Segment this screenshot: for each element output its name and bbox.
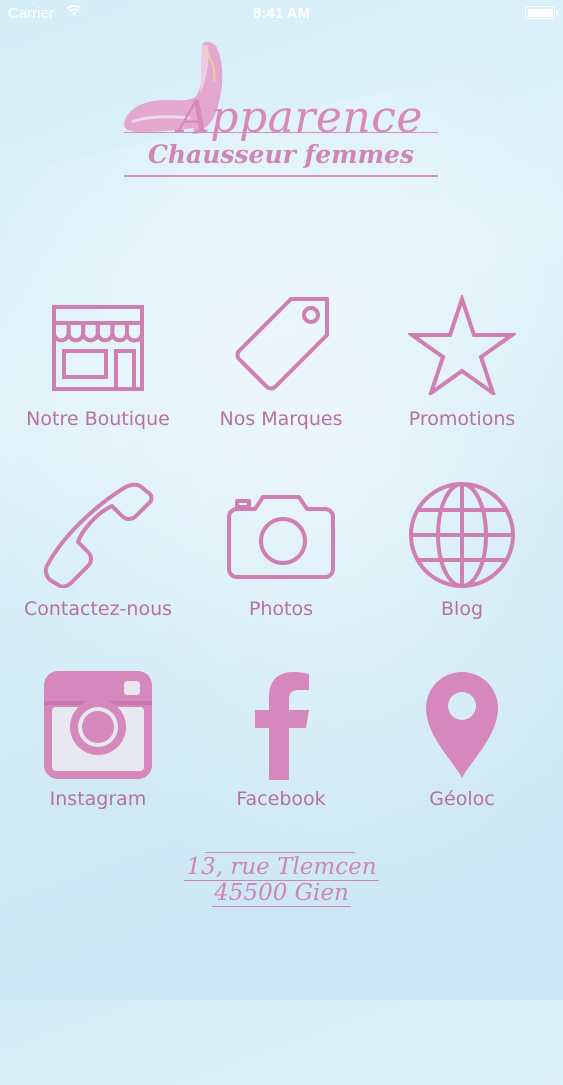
menu-item-notre-boutique[interactable]: Notre Boutique xyxy=(4,290,192,450)
menu-item-label: Facebook xyxy=(236,788,326,810)
brand-tagline: Chausseur femmes xyxy=(147,140,415,169)
menu-item-label: Blog xyxy=(441,598,483,620)
status-bar: Carrier 8:41 AM xyxy=(0,0,563,28)
menu-item-facebook[interactable]: Facebook xyxy=(187,670,375,830)
store-address: 13, rue Tlemcen 45500 Gien xyxy=(0,854,563,907)
menu-item-geoloc[interactable]: Géoloc xyxy=(368,670,556,830)
address-divider xyxy=(205,852,355,854)
tagline-underline xyxy=(124,175,438,177)
menu-item-label: Notre Boutique xyxy=(26,408,170,430)
storefront-icon xyxy=(4,290,192,400)
map-pin-icon xyxy=(368,670,556,780)
menu-item-blog[interactable]: Blog xyxy=(368,480,556,640)
menu-item-label: Nos Marques xyxy=(219,408,343,430)
menu-item-nos-marques[interactable]: Nos Marques xyxy=(187,290,375,450)
menu-item-photos[interactable]: Photos xyxy=(187,480,375,640)
menu-item-label: Géoloc xyxy=(429,788,495,810)
menu-item-label: Contactez-nous xyxy=(23,598,173,620)
globe-icon xyxy=(368,480,556,590)
brand-name: Apparence xyxy=(178,92,423,143)
facebook-icon xyxy=(187,670,375,780)
clock: 8:41 AM xyxy=(253,5,310,22)
instagram-icon xyxy=(4,670,192,780)
menu-item-label: Instagram xyxy=(49,788,147,810)
star-icon xyxy=(368,290,556,400)
address-street: 13, rue Tlemcen xyxy=(184,854,379,881)
address-city: 45500 Gien xyxy=(212,880,351,907)
brand-logo: Apparence Chausseur femmes xyxy=(120,36,442,186)
camera-icon xyxy=(187,480,375,590)
phone-icon xyxy=(4,480,192,590)
battery-icon xyxy=(525,6,558,19)
menu-item-instagram[interactable]: Instagram xyxy=(4,670,192,830)
menu-item-label: Promotions xyxy=(408,408,516,430)
menu-item-label: Photos xyxy=(248,598,314,620)
menu-item-promotions[interactable]: Promotions xyxy=(368,290,556,450)
menu-item-contactez-nous[interactable]: Contactez-nous xyxy=(4,480,192,640)
price-tag-icon xyxy=(187,290,375,400)
